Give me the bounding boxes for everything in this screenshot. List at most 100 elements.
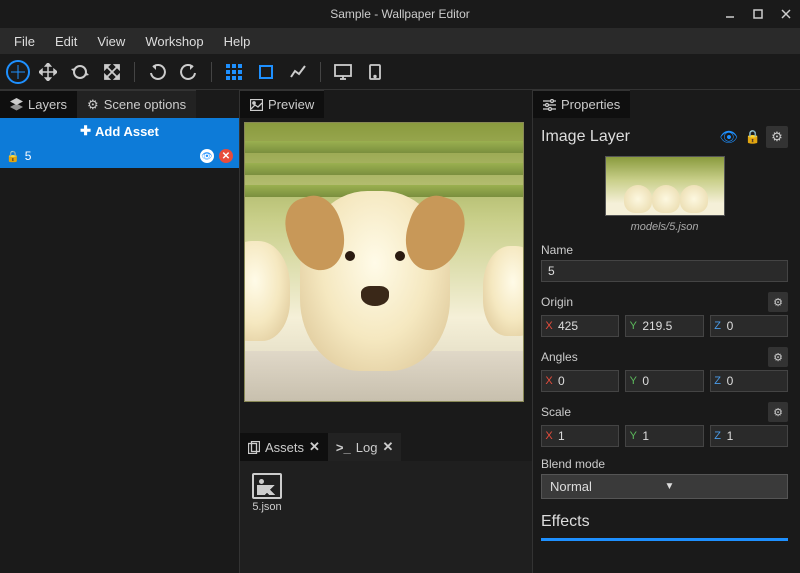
- blend-mode-value: Normal: [550, 479, 665, 494]
- scale-field-group: Scale ⚙ X Y Z: [541, 402, 788, 447]
- z-label: Z: [711, 375, 725, 387]
- origin-z-input[interactable]: [725, 316, 787, 336]
- menu-edit[interactable]: Edit: [45, 30, 87, 53]
- tab-preview[interactable]: Preview: [240, 90, 324, 118]
- tab-log-label: Log: [356, 440, 378, 455]
- lock-toggle-icon[interactable]: 🔒: [742, 126, 764, 148]
- name-field-group: Name: [541, 243, 788, 282]
- menu-view[interactable]: View: [87, 30, 135, 53]
- origin-y-input[interactable]: [640, 316, 702, 336]
- menu-workshop[interactable]: Workshop: [135, 30, 213, 53]
- bounds-icon[interactable]: [252, 58, 280, 86]
- image-file-icon: [252, 473, 282, 499]
- menu-help[interactable]: Help: [214, 30, 261, 53]
- assets-body: 5.json: [240, 461, 532, 573]
- undo-icon[interactable]: [143, 58, 171, 86]
- tab-layers[interactable]: Layers: [0, 90, 77, 118]
- toolbar-separator: [134, 62, 135, 82]
- left-tabs: Layers ⚙ Scene options: [0, 90, 239, 118]
- grid-icon[interactable]: [220, 58, 248, 86]
- redo-icon[interactable]: [175, 58, 203, 86]
- tab-properties-label: Properties: [561, 97, 620, 112]
- origin-label: Origin: [541, 295, 768, 309]
- mobile-icon[interactable]: [361, 58, 389, 86]
- image-icon: [250, 99, 263, 111]
- angles-y-input[interactable]: [640, 371, 702, 391]
- toolbar: [0, 54, 800, 90]
- visibility-icon[interactable]: 👁: [200, 149, 214, 163]
- window-controls: [716, 0, 800, 28]
- origin-x-input[interactable]: [556, 316, 618, 336]
- properties-header: Image Layer 👁 🔒 ⚙: [541, 126, 788, 148]
- x-label: X: [542, 375, 556, 387]
- lock-icon: 🔒: [6, 150, 20, 163]
- y-label: Y: [626, 375, 640, 387]
- tab-scene-options[interactable]: ⚙ Scene options: [77, 90, 196, 118]
- blend-mode-select[interactable]: Normal ▼: [541, 474, 788, 499]
- origin-settings-icon[interactable]: ⚙: [768, 292, 788, 312]
- scale-z-input[interactable]: [725, 426, 787, 446]
- thumbnail-image[interactable]: [605, 156, 725, 216]
- copy-icon: [248, 441, 260, 454]
- scale-tool-icon[interactable]: [98, 58, 126, 86]
- y-label: Y: [626, 320, 640, 332]
- name-label: Name: [541, 243, 788, 257]
- blend-field-group: Blend mode Normal ▼: [541, 457, 788, 499]
- angles-settings-icon[interactable]: ⚙: [768, 347, 788, 367]
- properties-body: Image Layer 👁 🔒 ⚙ models/5.json Name Ori…: [533, 118, 800, 573]
- layer-row[interactable]: 🔒 5 👁 ✕: [0, 144, 239, 168]
- properties-tabs: Properties: [533, 90, 800, 118]
- angles-z-input[interactable]: [725, 371, 787, 391]
- maximize-button[interactable]: [744, 0, 772, 28]
- tab-layers-label: Layers: [28, 97, 67, 112]
- close-icon[interactable]: ✕: [382, 439, 393, 455]
- menu-file[interactable]: File: [4, 30, 45, 53]
- close-button[interactable]: [772, 0, 800, 28]
- desktop-icon[interactable]: [329, 58, 357, 86]
- delete-icon[interactable]: ✕: [219, 149, 233, 163]
- gizmo-tool-icon[interactable]: [6, 60, 30, 84]
- asset-tabs: Assets ✕ >_ Log ✕: [240, 433, 532, 461]
- chevron-down-icon: ▼: [665, 481, 780, 492]
- window-title: Sample - Wallpaper Editor: [330, 7, 470, 21]
- tab-log[interactable]: >_ Log ✕: [328, 433, 401, 461]
- angles-field-group: Angles ⚙ X Y Z: [541, 347, 788, 392]
- close-icon[interactable]: ✕: [309, 439, 320, 455]
- add-asset-label: Add Asset: [95, 124, 159, 139]
- right-panel: Properties Image Layer 👁 🔒 ⚙ models/5.js…: [532, 90, 800, 573]
- scale-settings-icon[interactable]: ⚙: [768, 402, 788, 422]
- layers-icon: [10, 98, 23, 111]
- layer-name: 5: [25, 149, 195, 163]
- minimize-button[interactable]: [716, 0, 744, 28]
- thumbnail-area: models/5.json: [541, 156, 788, 233]
- asset-item[interactable]: 5.json: [252, 473, 282, 513]
- z-label: Z: [711, 320, 725, 332]
- settings-button[interactable]: ⚙: [766, 126, 788, 148]
- scale-x-input[interactable]: [556, 426, 618, 446]
- angles-label: Angles: [541, 350, 768, 364]
- name-input[interactable]: [541, 260, 788, 282]
- origin-field-group: Origin ⚙ X Y Z: [541, 292, 788, 337]
- visibility-toggle-icon[interactable]: 👁: [718, 126, 740, 148]
- toolbar-separator: [211, 62, 212, 82]
- stats-icon[interactable]: [284, 58, 312, 86]
- tab-assets-label: Assets: [265, 440, 304, 455]
- rotate-tool-icon[interactable]: [66, 58, 94, 86]
- center-panel: Preview Assets ✕ >_ Log ✕: [240, 90, 532, 573]
- tab-scene-label: Scene options: [104, 97, 186, 112]
- add-asset-button[interactable]: ✚ Add Asset: [0, 118, 239, 144]
- terminal-icon: >_: [336, 440, 351, 455]
- x-label: X: [542, 430, 556, 442]
- move-tool-icon[interactable]: [34, 58, 62, 86]
- effects-heading: Effects: [541, 513, 788, 535]
- thumbnail-label: models/5.json: [541, 221, 788, 233]
- preview-image: [244, 122, 524, 402]
- scale-y-input[interactable]: [640, 426, 702, 446]
- tab-assets[interactable]: Assets ✕: [240, 433, 328, 461]
- tab-properties[interactable]: Properties: [533, 90, 630, 118]
- toolbar-separator: [320, 62, 321, 82]
- blend-label: Blend mode: [541, 457, 788, 471]
- preview-viewport[interactable]: [240, 118, 532, 433]
- y-label: Y: [626, 430, 640, 442]
- angles-x-input[interactable]: [556, 371, 618, 391]
